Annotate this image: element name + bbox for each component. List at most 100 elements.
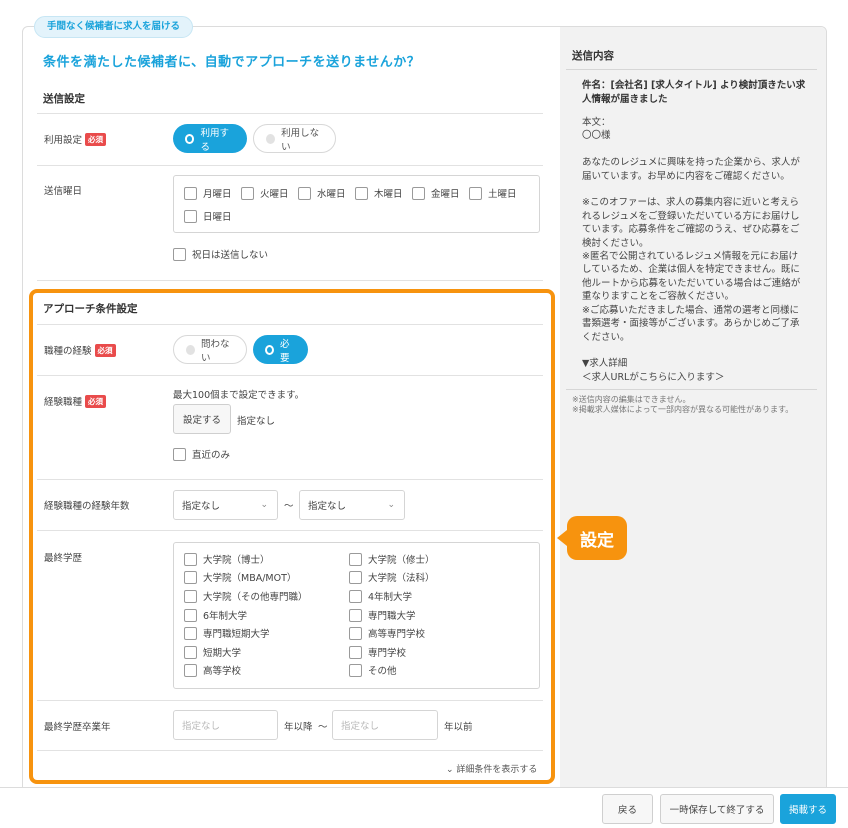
show-more-label: 詳細条件を表示する — [456, 765, 538, 775]
required-badge: 必須 — [85, 394, 107, 408]
checkbox-icon — [349, 608, 362, 622]
education-label: 最終学歴 — [44, 550, 82, 564]
usage-label: 利用設定 必須 — [44, 132, 107, 146]
day-checkbox[interactable]: 土曜日 — [469, 186, 517, 200]
divider — [37, 530, 543, 531]
radio-selected-icon — [265, 344, 275, 355]
education-checkbox[interactable]: 専門職大学 — [349, 608, 416, 622]
education-checkbox[interactable]: 高等専門学校 — [349, 626, 425, 640]
jobs-value: 指定なし — [237, 416, 276, 427]
education-checkbox[interactable]: 大学院（博士） — [184, 552, 270, 566]
chevron-down-icon: ⌄ — [260, 500, 268, 510]
exp-yes-radio[interactable]: 必要 — [253, 335, 308, 364]
holiday-checkbox[interactable]: 祝日は送信しない — [173, 247, 268, 261]
jobs-set-button[interactable]: 設定する — [173, 404, 231, 434]
grad-before-label: 年以前 — [444, 722, 473, 733]
range-tilde: 〜 — [318, 722, 328, 733]
body-line: ＜求人URLがこちらに入ります＞ — [582, 371, 725, 383]
divider — [37, 375, 543, 376]
day-checkbox[interactable]: 火曜日 — [241, 186, 289, 200]
divider — [566, 389, 817, 390]
day-label: 月曜日 — [203, 189, 232, 200]
show-more-link[interactable]: ⌄ 詳細条件を表示する — [446, 762, 537, 775]
required-badge: 必須 — [85, 132, 107, 146]
recent-label: 直近のみ — [192, 450, 231, 461]
years-to-select[interactable]: 指定なし ⌄ — [299, 490, 405, 520]
education-option: 大学院（その他専門職） — [203, 592, 308, 603]
education-checkbox[interactable]: 大学院（その他専門職） — [184, 589, 308, 603]
divider — [37, 113, 543, 114]
jobs-label-text: 経験職種 — [44, 397, 83, 408]
page-headline: 条件を満たした候補者に、自動でアプローチを送りませんか？ — [43, 55, 421, 70]
day-checkbox[interactable]: 木曜日 — [355, 186, 403, 200]
checkbox-icon — [469, 186, 482, 200]
grad-from-input[interactable]: 指定なし — [173, 710, 278, 740]
years-from-select[interactable]: 指定なし ⌄ — [173, 490, 278, 520]
jobs-label: 経験職種 必須 — [44, 394, 107, 408]
education-checkbox[interactable]: その他 — [349, 663, 397, 677]
grad-to-input[interactable]: 指定なし — [332, 710, 438, 740]
divider — [566, 69, 817, 70]
use-off-radio[interactable]: 利用しない — [253, 124, 336, 153]
approach-title: アプローチ条件設定 — [43, 303, 138, 315]
back-button[interactable]: 戻る — [602, 794, 653, 824]
checkbox-icon — [241, 186, 254, 200]
use-on-label: 利用する — [200, 127, 229, 153]
divider — [37, 750, 543, 751]
grad-after-label: 年以降 — [284, 722, 313, 733]
exp-no-label: 問わない — [200, 338, 230, 364]
day-checkbox[interactable]: 日曜日 — [184, 209, 232, 223]
body-line — [582, 183, 807, 196]
checkbox-icon — [412, 186, 425, 200]
chevron-down-icon: ⌄ — [387, 500, 395, 510]
education-option: 専門職短期大学 — [203, 629, 270, 640]
day-checkbox[interactable]: 金曜日 — [412, 186, 460, 200]
education-option: 専門職大学 — [368, 611, 416, 622]
body-line — [582, 143, 807, 156]
radio-unselected-icon — [186, 344, 195, 355]
checkbox-icon — [184, 186, 197, 200]
years-label: 経験職種の経験年数 — [44, 498, 130, 512]
education-checkbox[interactable]: 高等学校 — [184, 663, 241, 677]
education-option: 6年制大学 — [203, 611, 248, 622]
checkbox-icon — [349, 663, 362, 677]
checkbox-icon — [184, 570, 197, 584]
education-checkbox[interactable]: 専門職短期大学 — [184, 626, 270, 640]
body-line: 本文： — [582, 117, 611, 128]
years-to-value: 指定なし — [308, 501, 347, 512]
education-checkbox[interactable]: 短期大学 — [184, 645, 241, 659]
use-off-label: 利用しない — [281, 127, 320, 153]
day-checkbox[interactable]: 水曜日 — [298, 186, 346, 200]
years-from-value: 指定なし — [182, 501, 221, 512]
radio-selected-icon — [185, 133, 195, 144]
checkbox-icon — [184, 552, 197, 566]
education-option: 4年制大学 — [368, 592, 413, 603]
feature-tag: 手間なく候補者に求人を届ける — [34, 16, 194, 38]
education-checkbox[interactable]: 4年制大学 — [349, 589, 412, 603]
publish-button[interactable]: 掲載する — [780, 794, 836, 824]
recent-checkbox[interactable]: 直近のみ — [173, 447, 230, 461]
checkbox-icon — [355, 186, 368, 200]
preview-notes: ※送信内容の編集はできません。 ※掲載求人媒体によって一部内容が異なる可能性があ… — [572, 395, 793, 415]
graduation-label-text: 最終学歴卒業年 — [44, 722, 111, 733]
education-checkbox[interactable]: 専門学校 — [349, 645, 406, 659]
education-checkbox[interactable]: 6年制大学 — [184, 608, 247, 622]
use-on-radio[interactable]: 利用する — [173, 124, 247, 153]
checkbox-icon — [298, 186, 311, 200]
education-checkbox[interactable]: 大学院（修士） — [349, 552, 435, 566]
checkbox-icon — [173, 447, 186, 461]
education-checkbox[interactable]: 大学院（MBA/MOT） — [184, 570, 296, 584]
holiday-label: 祝日は送信しない — [192, 250, 269, 261]
day-checkbox[interactable]: 月曜日 — [184, 186, 232, 200]
day-label: 金曜日 — [431, 189, 460, 200]
education-checkbox[interactable]: 大学院（法科） — [349, 570, 435, 584]
save-draft-button[interactable]: 一時保存して終了する — [660, 794, 774, 824]
checkbox-icon — [349, 570, 362, 584]
days-label: 送信曜日 — [44, 183, 82, 197]
exp-no-radio[interactable]: 問わない — [173, 335, 247, 364]
day-label: 水曜日 — [317, 189, 346, 200]
checkbox-icon — [349, 626, 362, 640]
divider — [37, 324, 543, 325]
radio-unselected-icon — [266, 133, 276, 144]
body-line: ※このオファーは、求人の募集内容に近いと考えられるレジュメをご登録いただいている… — [582, 197, 800, 249]
